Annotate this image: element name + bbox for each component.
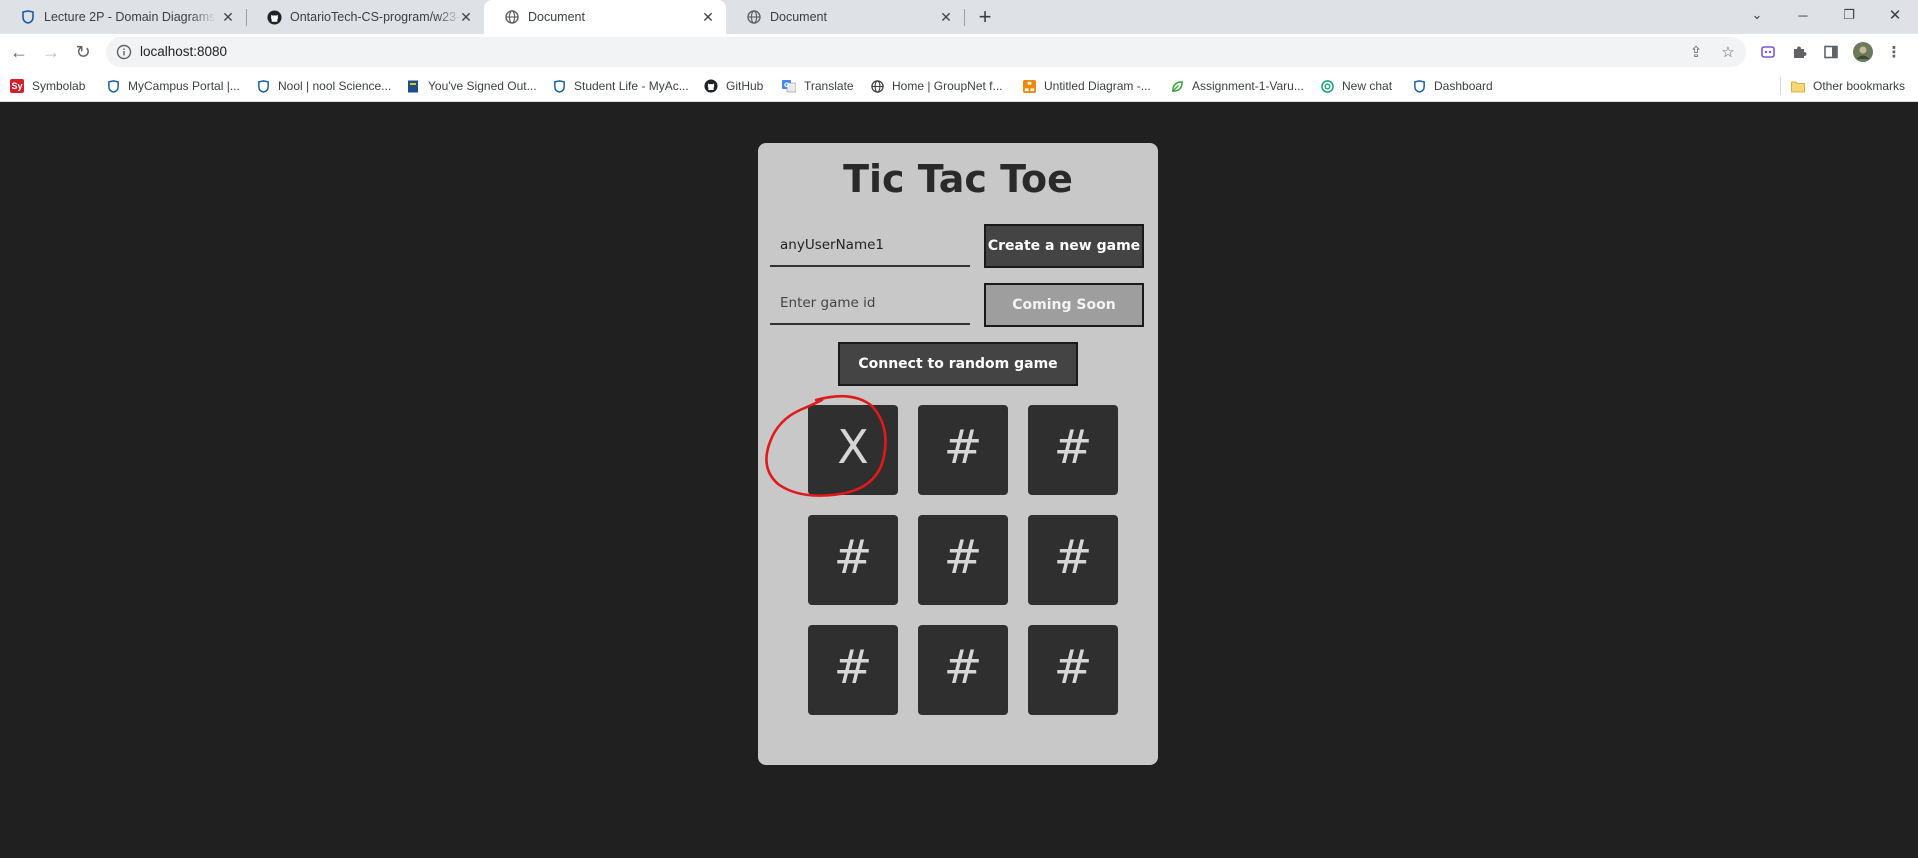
folder-icon — [1791, 79, 1805, 93]
ontario-tech-icon — [20, 9, 36, 25]
tab-strip: Lecture 2P - Domain Diagrams.pptx ✕ Onta… — [0, 0, 1918, 34]
close-tab-icon[interactable]: ✕ — [220, 9, 236, 25]
other-bookmarks[interactable]: Other bookmarks — [1780, 77, 1905, 95]
board-cell-0-0[interactable]: X — [808, 405, 898, 495]
board-cell-0-1[interactable]: # — [918, 405, 1008, 495]
board-cell-1-2[interactable]: # — [1028, 515, 1118, 605]
more-menu-icon[interactable]: ⋮ — [1884, 42, 1904, 62]
puzzle-icon[interactable] — [1789, 42, 1809, 62]
avatar[interactable] — [1853, 42, 1873, 62]
github-icon — [704, 79, 718, 93]
translate-icon: G — [782, 79, 796, 93]
address-bar[interactable]: localhost:8080 ⇪ ☆ — [106, 37, 1746, 67]
restore-button[interactable]: ❐ — [1826, 0, 1872, 30]
bookmark-untitled-diagram[interactable]: Untitled Diagram -... — [1022, 77, 1151, 95]
symbolab-icon: Sy — [10, 79, 24, 93]
bookmark-nool[interactable]: Nool | nool Science... — [256, 77, 391, 95]
site-info-icon[interactable] — [116, 44, 132, 60]
back-arrow-icon[interactable]: ← — [6, 39, 32, 65]
tab-document[interactable]: Document ✕ — [726, 0, 964, 34]
board-cell-2-1[interactable]: # — [918, 625, 1008, 715]
bookmark-dashboard[interactable]: Dashboard — [1412, 77, 1493, 95]
globe-icon — [504, 9, 520, 25]
new-tab-button[interactable]: + — [972, 5, 998, 31]
game-card: Tic Tac Toe anyUserName1 Create a new ga… — [758, 143, 1158, 765]
bookmark-translate[interactable]: G Translate — [782, 77, 854, 95]
bookmark-mycampus[interactable]: MyCampus Portal |... — [106, 77, 240, 95]
bookmark-star-icon[interactable]: ☆ — [1718, 42, 1738, 62]
url-text: localhost:8080 — [140, 44, 228, 59]
globe-icon — [746, 9, 762, 25]
bookmark-github[interactable]: GitHub — [704, 77, 763, 95]
svg-text:G: G — [784, 82, 789, 89]
tab-divider — [964, 9, 965, 26]
ontario-tech-icon — [106, 79, 120, 93]
bookmark-page-icon — [406, 79, 420, 93]
ontario-tech-icon — [552, 79, 566, 93]
drawio-icon — [1022, 79, 1036, 93]
reload-icon[interactable]: ↻ — [70, 39, 96, 65]
tab-document-active[interactable]: Document ✕ — [484, 0, 726, 34]
bookmark-groupnet[interactable]: Home | GroupNet f... — [870, 77, 1003, 95]
tab-lecture[interactable]: Lecture 2P - Domain Diagrams.pptx ✕ — [0, 0, 246, 34]
username-input[interactable]: anyUserName1 — [770, 225, 970, 267]
board-cell-1-1[interactable]: # — [918, 515, 1008, 605]
leaf-icon — [1170, 79, 1184, 93]
bookmark-student-life[interactable]: Student Life - MyAc... — [552, 77, 689, 95]
forward-arrow-icon[interactable]: → — [38, 39, 64, 65]
minimize-button[interactable]: ─ — [1780, 0, 1826, 30]
browser-toolbar: ← → ↻ localhost:8080 ⇪ ☆ ⋮ — [0, 34, 1918, 70]
page-content: Tic Tac Toe anyUserName1 Create a new ga… — [0, 102, 1918, 858]
share-icon[interactable]: ⇪ — [1686, 42, 1706, 62]
page-title: Tic Tac Toe — [843, 157, 1073, 201]
tab-github[interactable]: OntarioTech-CS-program/w23-csci ✕ — [246, 0, 484, 34]
close-window-button[interactable]: ✕ — [1872, 0, 1918, 30]
create-game-button[interactable]: Create a new game — [984, 224, 1144, 268]
bookmark-new-chat[interactable]: New chat — [1320, 77, 1392, 95]
bookmark-signed-out[interactable]: You've Signed Out... — [406, 77, 537, 95]
openai-icon — [1320, 79, 1334, 93]
coming-soon-button[interactable]: Coming Soon — [984, 283, 1144, 327]
bookmark-symbolab[interactable]: Sy Symbolab — [10, 77, 85, 95]
globe-icon — [870, 79, 884, 93]
close-tab-icon[interactable]: ✕ — [700, 9, 716, 25]
bookmarks-bar: Sy Symbolab MyCampus Portal |... Nool | … — [0, 70, 1918, 102]
board-cell-1-0[interactable]: # — [808, 515, 898, 605]
ontario-tech-icon — [1412, 79, 1426, 93]
tab-search-chevron-icon[interactable]: ⌄ — [1734, 0, 1780, 30]
close-tab-icon[interactable]: ✕ — [938, 9, 954, 25]
close-tab-icon[interactable]: ✕ — [458, 9, 474, 25]
github-icon — [266, 9, 282, 25]
extension-icon[interactable] — [1758, 42, 1778, 62]
ontario-tech-icon — [256, 79, 270, 93]
bookmark-assignment[interactable]: Assignment-1-Varu... — [1170, 77, 1304, 95]
board-cell-2-2[interactable]: # — [1028, 625, 1118, 715]
board-cell-0-2[interactable]: # — [1028, 405, 1118, 495]
board-cell-2-0[interactable]: # — [808, 625, 898, 715]
game-id-input[interactable]: Enter game id — [770, 283, 970, 325]
connect-random-button[interactable]: Connect to random game — [838, 342, 1078, 386]
side-panel-icon[interactable] — [1821, 42, 1841, 62]
